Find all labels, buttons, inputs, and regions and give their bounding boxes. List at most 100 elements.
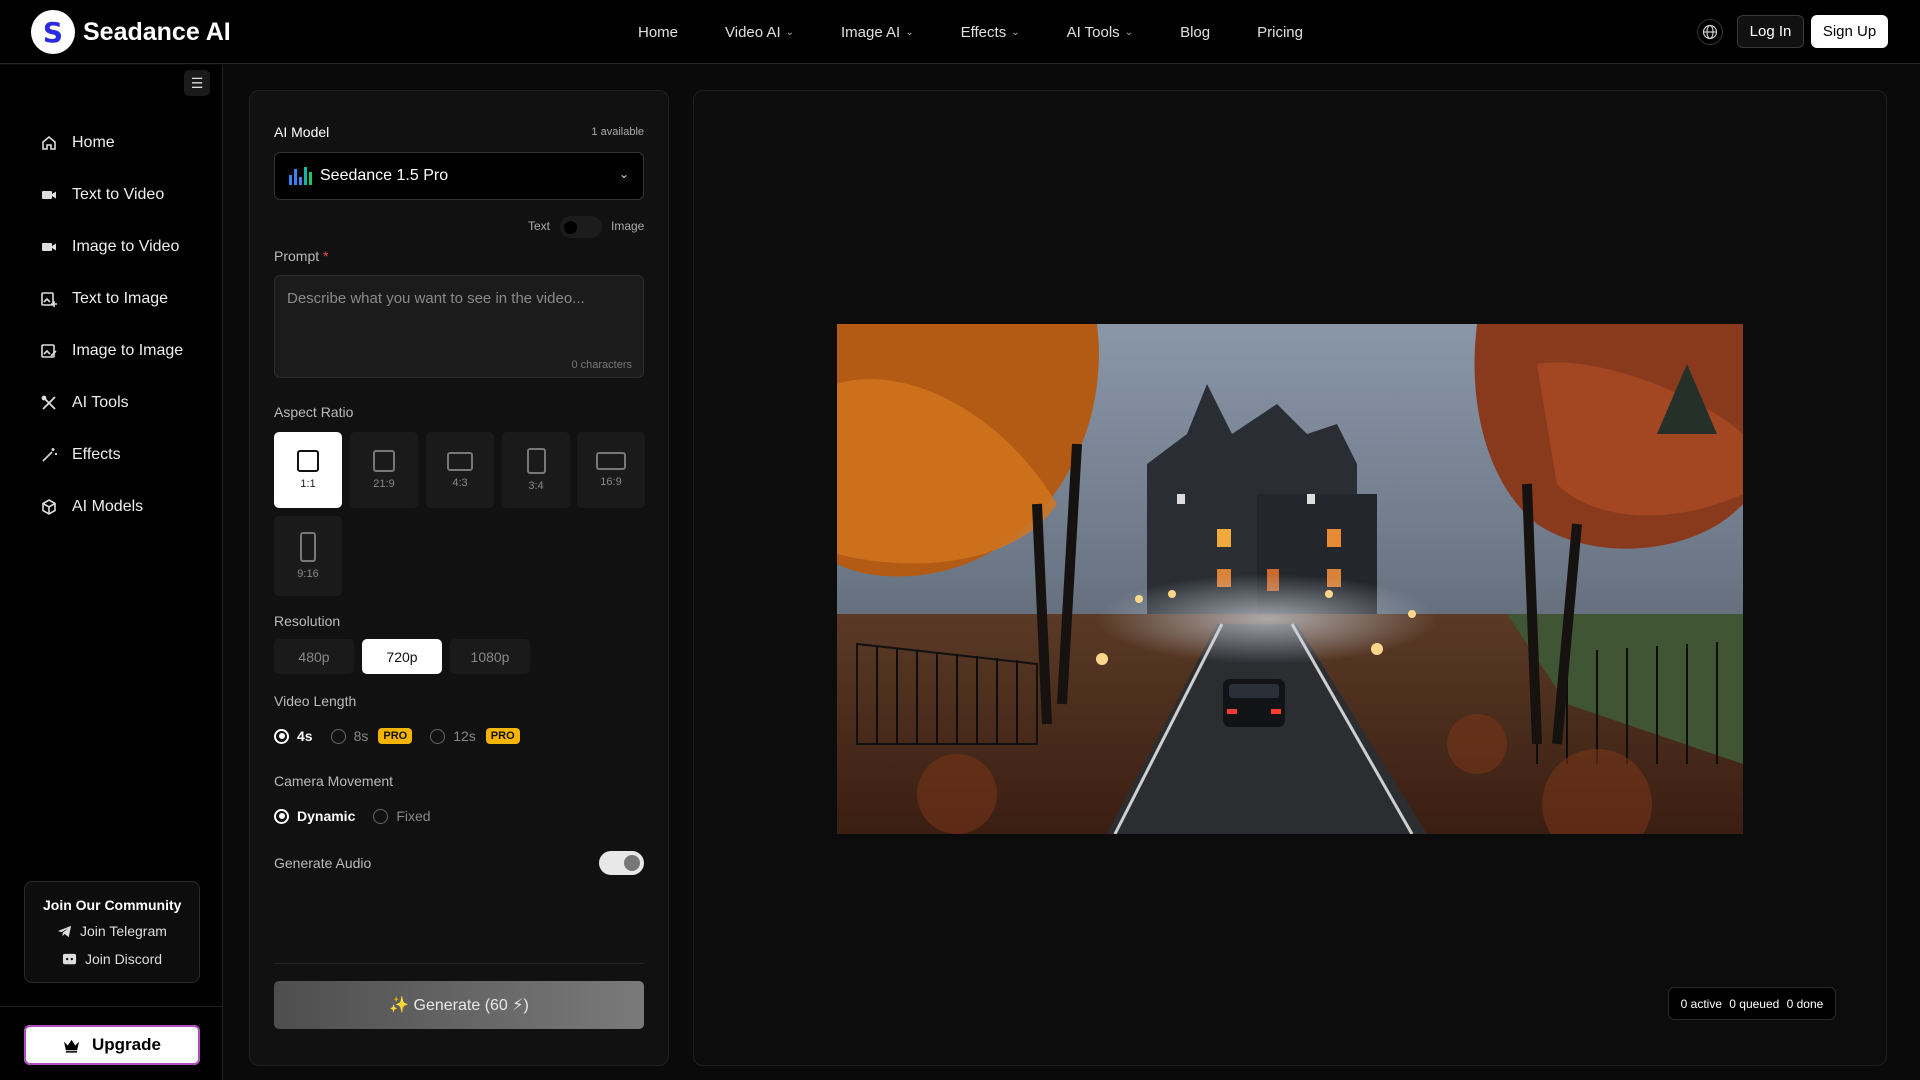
sidebar-item-ai-models[interactable]: AI Models <box>40 481 183 533</box>
sidebar-item-text-to-image[interactable]: Text to Image <box>40 273 183 325</box>
camera-fixed-radio[interactable] <box>373 808 389 824</box>
camera-movement-options: Dynamic Fixed <box>274 808 441 824</box>
video-length-label: Video Length <box>274 693 357 709</box>
sidebar-item-image-to-video[interactable]: Image to Video <box>40 221 183 273</box>
nav-blog-label: Blog <box>1180 23 1211 41</box>
sidebar: ☰ Home Text to Video Image to Video Text… <box>0 65 223 1080</box>
language-globe-icon[interactable] <box>1697 19 1723 45</box>
ai-model-value: Seedance 1.5 Pro <box>320 167 449 184</box>
length-12s-radio[interactable] <box>430 728 446 744</box>
aspect-ratio-21-9[interactable]: 21:9 <box>350 432 418 508</box>
brand[interactable]: S Seadance AI <box>31 10 231 54</box>
ai-model-select[interactable]: Seedance 1.5 Pro ⌄ <box>274 152 644 200</box>
camera-fixed-label: Fixed <box>396 808 431 824</box>
sidebar-item-label: Image to Image <box>72 342 184 359</box>
resolution-720p[interactable]: 720p <box>362 639 442 674</box>
prompt-character-count: 0 characters <box>571 359 632 371</box>
nav-blog[interactable]: Blog <box>1180 24 1210 41</box>
generate-audio-label: Generate Audio <box>274 855 372 871</box>
login-button[interactable]: Log In <box>1737 15 1804 48</box>
top-navigation-bar: S Seadance AI Home Video AI ⌄ Image AI ⌄ E… <box>0 0 1920 64</box>
prompt-label-text: Prompt <box>274 248 320 264</box>
aspect-ratio-9-16[interactable]: 9:16 <box>274 516 342 596</box>
nav-video-ai[interactable]: Video AI ⌄ <box>725 24 794 41</box>
home-icon <box>42 135 56 150</box>
preview-video-frame <box>837 324 1743 834</box>
square-shape-icon <box>297 450 319 472</box>
nav-effects-label: Effects <box>960 23 1007 41</box>
aspect-ratio-16-9[interactable]: 16:9 <box>577 432 645 508</box>
nav-home-label: Home <box>638 23 679 41</box>
aspect-ratio-1-1[interactable]: 1:1 <box>274 432 342 508</box>
generation-form-panel: AI Model 1 available Seedance 1.5 Pro ⌄ … <box>249 90 669 1066</box>
nav-pricing[interactable]: Pricing <box>1257 24 1303 41</box>
chevron-down-icon: ⌄ <box>618 167 629 181</box>
sidebar-item-label: Image to Video <box>72 238 180 255</box>
nav-ai-tools[interactable]: AI Tools ⌄ <box>1067 24 1133 41</box>
ratio-shape-icon <box>373 450 395 472</box>
upgrade-label: Upgrade <box>92 1035 161 1054</box>
sidebar-item-image-to-image[interactable]: Image to Image <box>40 325 183 377</box>
sidebar-collapse-button[interactable]: ☰ <box>184 70 210 96</box>
length-8s-radio[interactable] <box>330 728 346 744</box>
camera-movement-label: Camera Movement <box>274 773 394 789</box>
status-done: 0 done <box>1786 996 1824 1011</box>
model-available-count: 1 available <box>591 126 644 138</box>
required-asterisk: * <box>323 248 329 264</box>
aspect-ratio-label-1-1: 1:1 <box>300 478 316 490</box>
nav-video-ai-label: Video AI <box>725 23 781 41</box>
sidebar-item-home[interactable]: Home <box>40 117 183 169</box>
camera-dynamic-label: Dynamic <box>297 808 356 824</box>
tools-icon <box>41 395 56 410</box>
image-edit-icon <box>41 344 57 358</box>
nav-home[interactable]: Home <box>638 24 678 41</box>
join-telegram-link[interactable]: Join Telegram <box>57 923 167 939</box>
job-status-bar: 0 active 0 queued 0 done <box>1668 987 1836 1020</box>
aspect-ratio-label-4-3: 4:3 <box>452 476 468 489</box>
aspect-ratio-label-3-4: 3:4 <box>528 480 544 492</box>
sidebar-item-effects[interactable]: Effects <box>40 429 183 481</box>
resolution-480p[interactable]: 480p <box>274 639 354 674</box>
ratio-shape-icon <box>526 448 546 474</box>
upgrade-button[interactable]: Upgrade <box>24 1025 200 1065</box>
sidebar-item-text-to-video[interactable]: Text to Video <box>40 169 183 221</box>
cube-icon <box>42 499 56 515</box>
brand-logo-icon: S <box>31 10 75 54</box>
aspect-ratio-label-21-9: 21:9 <box>373 478 395 490</box>
join-discord-label: Join Discord <box>85 951 163 967</box>
panel-divider <box>274 963 644 964</box>
ratio-shape-icon <box>447 451 473 471</box>
aspect-ratio-3-4[interactable]: 3:4 <box>502 432 570 508</box>
aspect-ratio-label-9-16: 9:16 <box>297 568 319 580</box>
preview-video[interactable] <box>837 324 1743 834</box>
length-4s-radio[interactable] <box>274 728 289 744</box>
sidebar-item-label: AI Tools <box>72 394 129 411</box>
video-camera-icon <box>42 243 56 251</box>
join-discord-link[interactable]: Join Discord <box>62 951 162 967</box>
generate-button[interactable]: ✨ Generate (60 ⚡) <box>274 981 644 1029</box>
resolution-1080p[interactable]: 1080p <box>450 639 530 674</box>
sidebar-item-ai-tools[interactable]: AI Tools <box>40 377 183 429</box>
nav-image-ai[interactable]: Image AI ⌄ <box>841 24 914 41</box>
sidebar-item-label: AI Models <box>72 498 144 515</box>
community-title: Join Our Community <box>43 897 182 913</box>
signup-button[interactable]: Sign Up <box>1811 15 1888 48</box>
text-image-mode-toggle[interactable] <box>560 216 602 238</box>
nav-ai-tools-label: AI Tools <box>1066 23 1120 41</box>
magic-wand-icon <box>42 448 57 462</box>
model-bars-icon <box>289 167 312 185</box>
chevron-down-icon: ⌄ <box>785 26 795 38</box>
sidebar-nav: Home Text to Video Image to Video Text t… <box>40 117 183 533</box>
sidebar-item-label: Text to Video <box>72 186 165 203</box>
community-card: Join Our Community Join Telegram Join Di… <box>24 881 200 983</box>
camera-dynamic-radio[interactable] <box>274 808 289 824</box>
video-camera-icon <box>42 191 56 199</box>
aspect-ratio-4-3[interactable]: 4:3 <box>426 432 494 508</box>
discord-icon <box>62 953 77 964</box>
prompt-label: Prompt * <box>274 248 328 264</box>
length-8s-label: 8s <box>353 728 369 744</box>
generate-audio-toggle[interactable] <box>599 851 644 875</box>
ai-model-label: AI Model <box>274 124 330 140</box>
nav-effects[interactable]: Effects ⌄ <box>961 24 1020 41</box>
mode-image-label: Image <box>611 219 645 233</box>
